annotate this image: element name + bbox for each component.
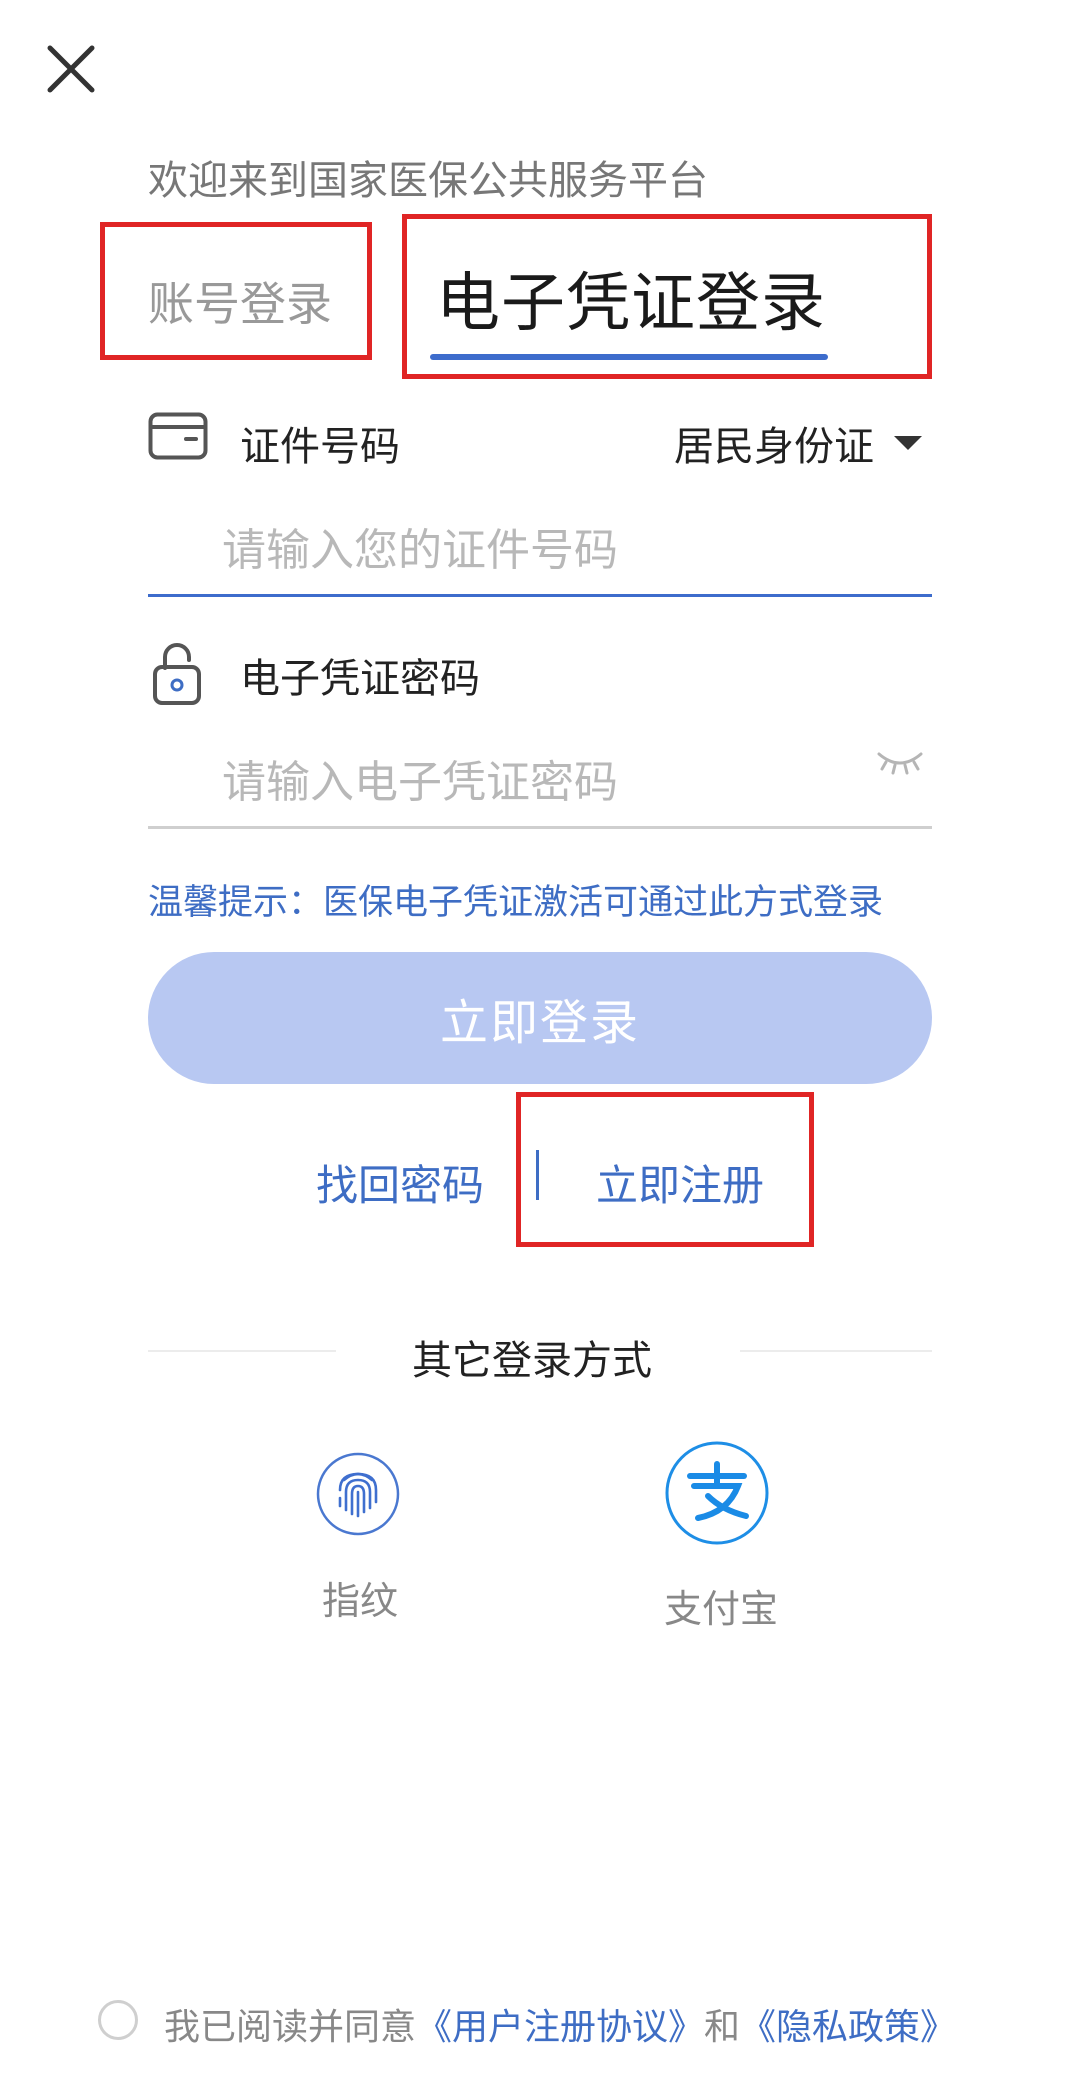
tab-ecert-login[interactable]: 电子凭证登录 xyxy=(436,252,826,344)
password-input[interactable] xyxy=(222,752,842,812)
close-icon[interactable] xyxy=(44,42,98,96)
other-login-title: 其它登录方式 xyxy=(412,1338,652,1384)
dropdown-triangle-icon xyxy=(894,436,922,450)
agreement-text: 我已阅读并同意《用户注册协议》和《隐私政策》 xyxy=(164,1998,956,2050)
id-card-icon xyxy=(148,412,208,460)
agreement-prefix: 我已阅读并同意 xyxy=(164,2007,417,2048)
password-label: 电子凭证密码 xyxy=(240,656,480,702)
agreement-checkbox[interactable] xyxy=(98,2000,138,2040)
alipay-icon[interactable] xyxy=(664,1440,770,1546)
forgot-password-link[interactable]: 找回密码 xyxy=(316,1152,484,1213)
login-button[interactable]: 立即登录 xyxy=(148,952,932,1084)
tip-text: 温馨提示：医保电子凭证激活可通过此方式登录 xyxy=(148,883,884,923)
id-input-underline xyxy=(148,594,932,597)
id-number-input[interactable] xyxy=(222,520,922,580)
separator-left xyxy=(148,1350,336,1352)
privacy-policy-link[interactable]: 《隐私政策》 xyxy=(740,2007,956,2048)
separator-right xyxy=(740,1350,932,1352)
register-highlight-box xyxy=(516,1092,814,1247)
agreement-and: 和 xyxy=(704,2007,741,2048)
fingerprint-icon[interactable] xyxy=(316,1452,400,1536)
alipay-label: 支付宝 xyxy=(664,1587,779,1631)
id-number-label: 证件号码 xyxy=(240,424,400,470)
welcome-text: 欢迎来到国家医保公共服务平台 xyxy=(148,158,708,204)
user-agreement-link[interactable]: 《用户注册协议》 xyxy=(416,2007,704,2048)
password-input-underline xyxy=(148,826,932,829)
id-type-value: 居民身份证 xyxy=(674,424,874,470)
id-type-select[interactable]: 居民身份证 xyxy=(674,414,922,472)
lock-icon xyxy=(153,643,201,705)
eye-closed-icon[interactable] xyxy=(876,748,924,778)
active-tab-indicator xyxy=(430,354,828,360)
fingerprint-label: 指纹 xyxy=(322,1579,399,1623)
tab-account-login[interactable]: 账号登录 xyxy=(148,268,332,334)
